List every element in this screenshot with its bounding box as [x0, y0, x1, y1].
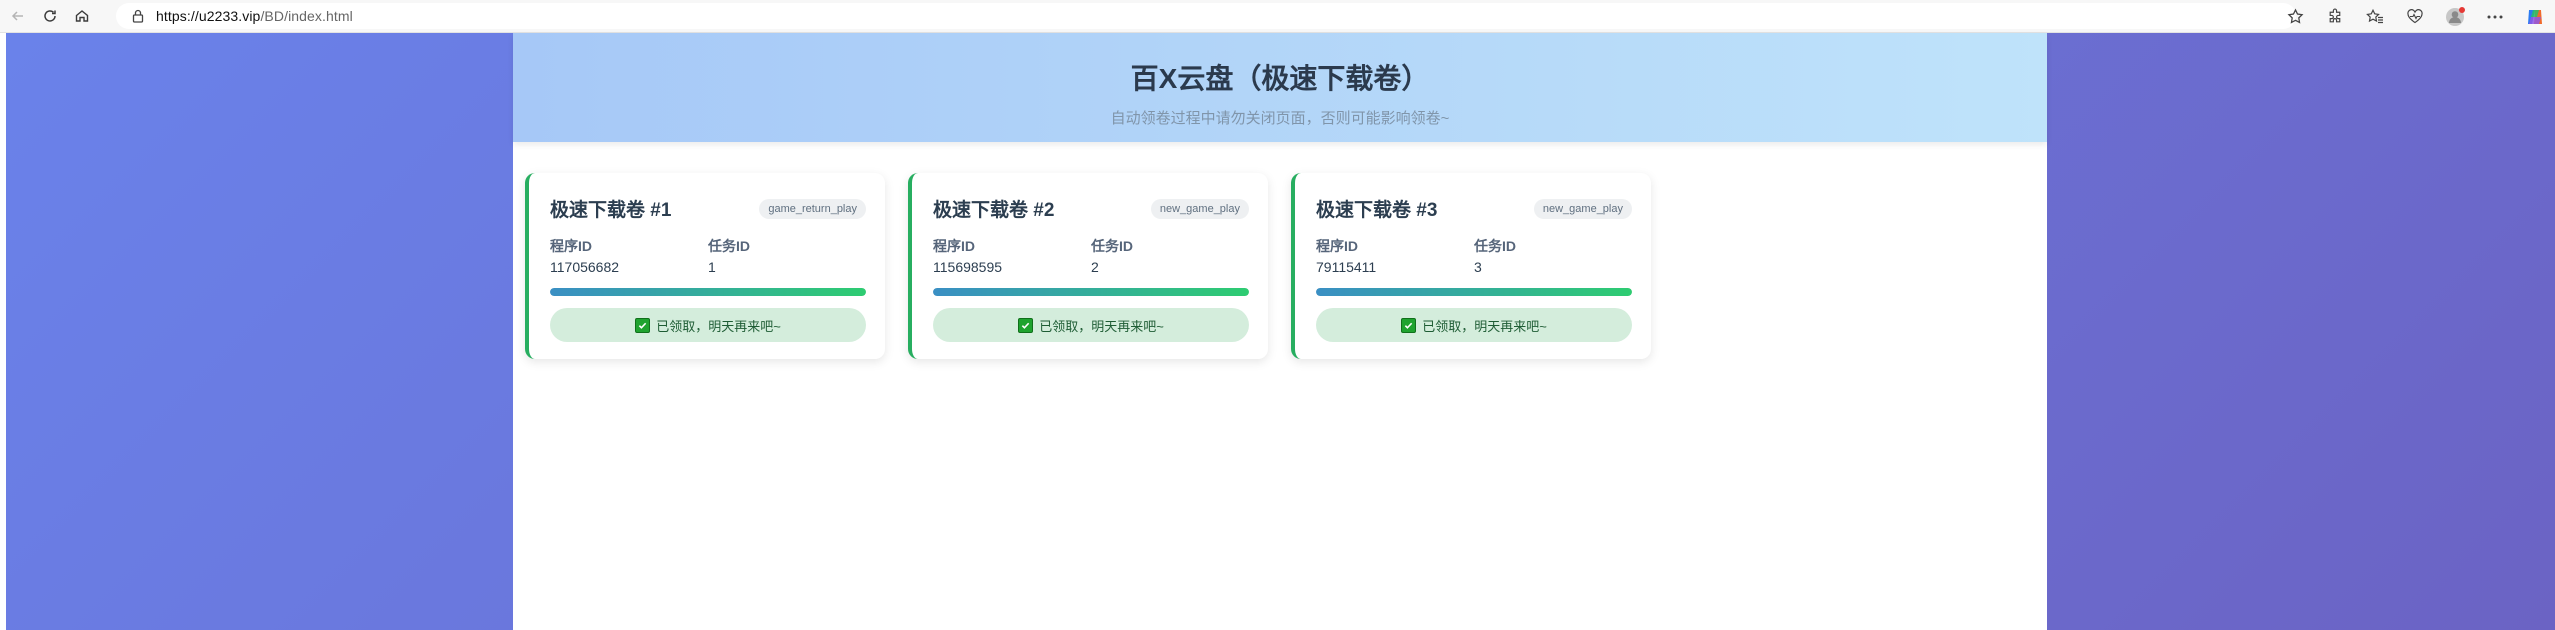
star-icon[interactable] [2275, 0, 2315, 33]
checkbox-checked-icon [1401, 317, 1417, 333]
status-text: 已领取，明天再来吧~ [1422, 318, 1547, 334]
program-id-value: 79115411 [1316, 259, 1377, 275]
task-id-value: 1 [708, 259, 716, 275]
program-id-value: 117056682 [550, 259, 620, 275]
coupon-card: 极速下载卷 #1 game_return_play 程序ID 117056682… [525, 173, 885, 359]
coupon-card: 极速下载卷 #2 new_game_play 程序ID 115698595 任务… [908, 173, 1268, 359]
more-icon[interactable] [2475, 0, 2515, 33]
task-id-label: 任务ID [708, 238, 750, 254]
browser-toolbar: https://u2233.vip/BD/index.html [0, 0, 2555, 33]
heart-pulse-icon[interactable] [2395, 0, 2435, 33]
task-id-label: 任务ID [1474, 238, 1516, 254]
puzzle-icon[interactable] [2315, 0, 2355, 33]
favorites-icon[interactable] [2355, 0, 2395, 33]
main-container: 百X云盘（极速下载卷） 自动领卷过程中请勿关闭页面，否则可能影响领卷~ 极速下载… [513, 33, 2047, 630]
status-button[interactable]: 已领取，明天再来吧~ [550, 308, 866, 342]
url-path: /BD/index.html [260, 8, 353, 24]
progress-bar [933, 288, 1249, 296]
checkbox-checked-icon [1018, 317, 1034, 333]
home-icon[interactable] [68, 2, 96, 30]
status-text: 已领取，明天再来吧~ [1039, 318, 1164, 334]
checkbox-checked-icon [635, 317, 651, 333]
task-id-value: 2 [1091, 259, 1099, 275]
status-button[interactable]: 已领取，明天再来吧~ [933, 308, 1249, 342]
copilot-icon[interactable] [2515, 0, 2555, 33]
card-tag: new_game_play [1533, 198, 1632, 219]
coupon-card: 极速下载卷 #3 new_game_play 程序ID 79115411 任务I… [1291, 173, 1651, 359]
progress-fill [1316, 288, 1632, 296]
toolbar-right-icons [2275, 0, 2555, 33]
status-button[interactable]: 已领取，明天再来吧~ [1316, 308, 1632, 342]
page-header: 百X云盘（极速下载卷） 自动领卷过程中请勿关闭页面，否则可能影响领卷~ [513, 33, 2047, 142]
page-subtitle: 自动领卷过程中请勿关闭页面，否则可能影响领卷~ [1110, 110, 1450, 127]
progress-bar [550, 288, 866, 296]
card-tag: new_game_play [1150, 198, 1249, 219]
url-text: https://u2233.vip/BD/index.html [156, 8, 353, 24]
task-id-value: 3 [1474, 259, 1482, 275]
card-title: 极速下载卷 #1 [550, 200, 672, 221]
card-title: 极速下载卷 #3 [1316, 200, 1438, 221]
task-id-label: 任务ID [1091, 238, 1133, 254]
address-bar[interactable]: https://u2233.vip/BD/index.html [116, 3, 2296, 29]
lock-icon[interactable] [130, 8, 146, 24]
profile-icon[interactable] [2435, 0, 2475, 33]
program-id-label: 程序ID [933, 238, 975, 254]
program-id-label: 程序ID [550, 238, 592, 254]
page-title: 百X云盘（极速下载卷） [1130, 63, 1430, 94]
refresh-icon[interactable] [36, 2, 64, 30]
progress-fill [550, 288, 866, 296]
page-background: 百X云盘（极速下载卷） 自动领卷过程中请勿关闭页面，否则可能影响领卷~ 极速下载… [0, 33, 2555, 630]
progress-fill [933, 288, 1249, 296]
card-list: 极速下载卷 #1 game_return_play 程序ID 117056682… [525, 173, 1674, 359]
program-id-label: 程序ID [1316, 238, 1358, 254]
status-text: 已领取，明天再来吧~ [656, 318, 781, 334]
card-title: 极速下载卷 #2 [933, 200, 1055, 221]
progress-bar [1316, 288, 1632, 296]
program-id-value: 115698595 [933, 259, 1003, 275]
back-arrow-icon[interactable] [4, 2, 32, 30]
url-host: https://u2233.vip [156, 8, 261, 24]
card-tag: game_return_play [759, 198, 866, 219]
